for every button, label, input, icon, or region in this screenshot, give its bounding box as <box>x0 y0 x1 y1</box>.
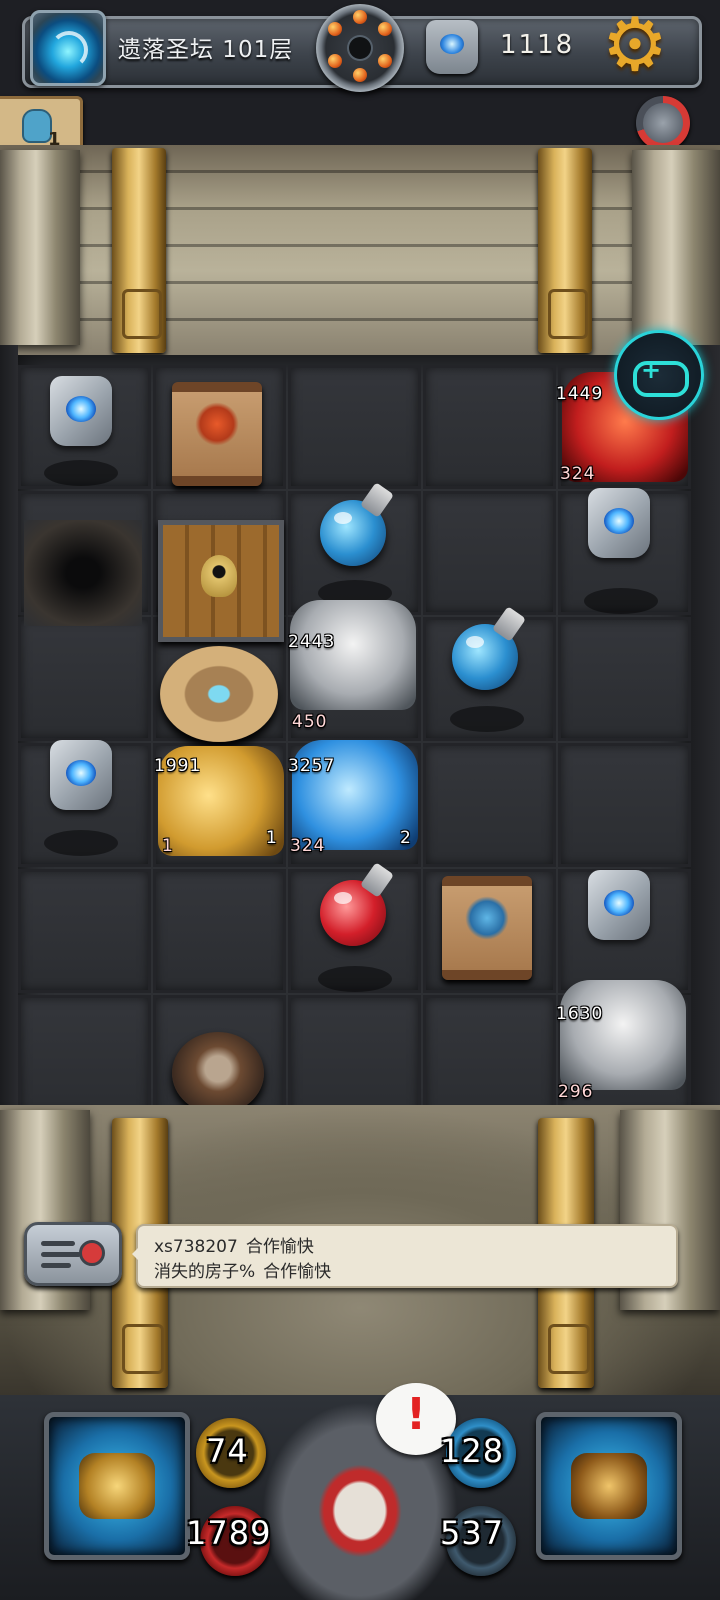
rune-stone-icon[interactable] <box>50 376 112 446</box>
floor-hole <box>24 520 142 626</box>
floor-tile[interactable] <box>558 743 691 867</box>
floor-tile[interactable] <box>423 743 556 867</box>
keyhole-icon <box>201 555 237 597</box>
chat-message: xs738207 合作愉快 <box>154 1232 314 1257</box>
monster-attack: 324 <box>555 463 596 484</box>
left-pillar <box>0 150 80 345</box>
monster-attack: 450 <box>287 711 328 732</box>
gold-value: 537 <box>440 1514 505 1552</box>
floor-tile[interactable] <box>558 617 691 741</box>
rune-stone-icon[interactable] <box>50 740 112 810</box>
knight-helmet-icon <box>79 1453 155 1519</box>
monster-hp: 2443 <box>281 631 336 652</box>
portal-icon[interactable] <box>30 10 106 86</box>
monster-attack: 324 <box>285 835 326 856</box>
altar-portal[interactable] <box>160 646 278 742</box>
fire-scroll-icon[interactable] <box>172 382 262 486</box>
gear-icon[interactable]: ⚙ <box>600 8 670 82</box>
monster-hp: 3257 <box>281 755 336 776</box>
monster-level: 2 <box>396 826 414 848</box>
chat-panel[interactable]: xs738207 合作愉快 消失的房子% 合作愉快 <box>132 1224 678 1288</box>
heart-scroll-icon[interactable] <box>442 876 532 980</box>
monster-hp: 1449 <box>549 383 604 404</box>
right-wall <box>688 345 720 1125</box>
monster-hp: 1630 <box>549 1003 604 1024</box>
blue-potion-icon[interactable] <box>452 624 518 690</box>
defense-value: 128 <box>440 1432 505 1470</box>
floor-tile[interactable] <box>18 995 151 1119</box>
boss-avatar[interactable] <box>636 96 690 150</box>
floor-tile[interactable] <box>423 491 556 615</box>
left-gold-post <box>112 148 166 353</box>
dungeon-back-wall <box>0 145 720 355</box>
gamepad-icon[interactable] <box>614 330 704 420</box>
spell-slot[interactable] <box>536 1412 682 1560</box>
weapon-slot[interactable] <box>44 1412 190 1560</box>
rune-stone-icon <box>426 20 478 74</box>
left-wall <box>0 345 18 1125</box>
chat-user: xs738207 <box>154 1237 238 1257</box>
monster-level: 1 <box>262 826 280 848</box>
floor-tile[interactable] <box>153 869 286 993</box>
locked-door[interactable] <box>158 520 284 642</box>
chat-user: 消失的房子% <box>154 1262 256 1282</box>
shadow <box>318 966 392 992</box>
shadow <box>44 830 118 856</box>
monster-attack: 296 <box>553 1081 594 1102</box>
ghost-monster[interactable] <box>290 600 416 710</box>
floor-tile[interactable] <box>423 995 556 1119</box>
chat-text: 合作愉快 <box>245 1237 314 1257</box>
floor-tile[interactable] <box>18 617 151 741</box>
coin-count: 1118 <box>500 30 575 60</box>
right-pillar <box>632 150 720 345</box>
blue-potion-icon[interactable] <box>320 500 386 566</box>
hp-value: 1789 <box>186 1514 272 1552</box>
rune-stone-icon[interactable] <box>588 870 650 940</box>
attack-value: 74 <box>206 1432 249 1470</box>
chat-text: 合作愉快 <box>263 1262 332 1282</box>
ghost-monster[interactable] <box>560 980 686 1090</box>
floor-tile[interactable] <box>288 365 421 489</box>
floor-tile[interactable] <box>288 995 421 1119</box>
floor-tile[interactable] <box>423 365 556 489</box>
floor-tile[interactable] <box>18 869 151 993</box>
red-potion-icon[interactable] <box>320 880 386 946</box>
shadow <box>584 588 658 614</box>
bomb-icon[interactable] <box>316 4 404 92</box>
spellbook-icon <box>571 1453 647 1519</box>
chat-icon[interactable] <box>24 1222 122 1286</box>
shadow <box>44 460 118 486</box>
player-hero[interactable] <box>172 1032 264 1114</box>
floor-title: 遗落圣坛 101层 <box>118 37 294 63</box>
chat-message: 消失的房子% 合作愉快 <box>154 1257 331 1282</box>
monster-hp: 1991 <box>147 755 202 776</box>
right-gold-post <box>538 148 592 353</box>
monster-attack: 1 <box>158 835 178 856</box>
shadow <box>450 706 524 732</box>
rune-stone-icon[interactable] <box>588 488 650 558</box>
